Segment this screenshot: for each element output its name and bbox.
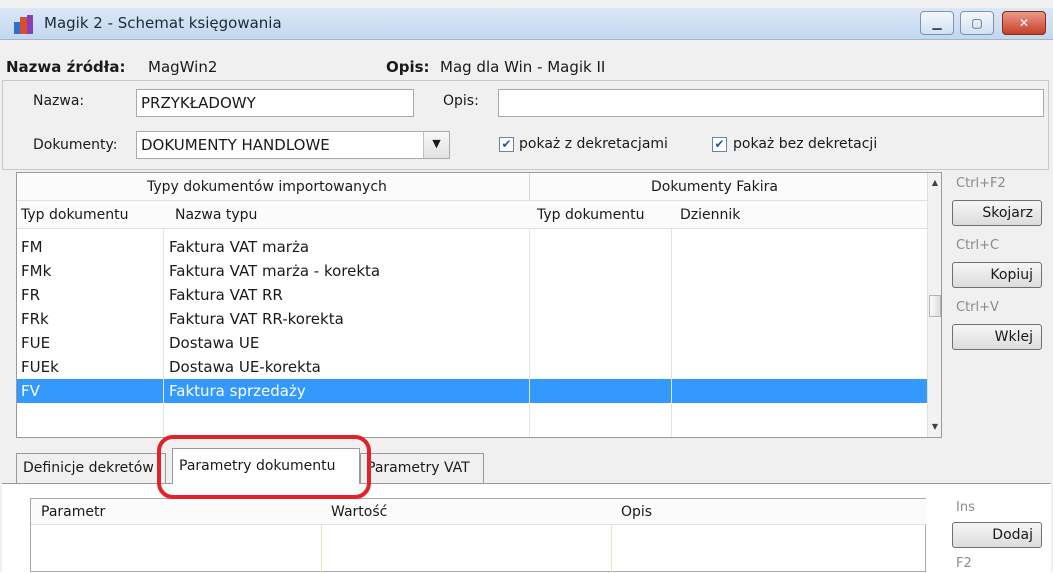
grid-divider	[529, 229, 530, 437]
row-type: FRk	[21, 310, 49, 328]
source-name-label: Nazwa źródła:	[6, 58, 126, 76]
edit-shortcut: F2	[956, 556, 972, 571]
table-row[interactable]: FR Faktura VAT RR	[17, 283, 929, 307]
row-type: FMk	[21, 262, 52, 280]
grid-divider	[671, 229, 672, 437]
table-row[interactable]: FRk Faktura VAT RR-korekta	[17, 307, 929, 331]
kopiuj-shortcut: Ctrl+C	[956, 238, 1000, 253]
row-name: Faktura sprzedaży	[169, 382, 306, 400]
dodaj-shortcut: Ins	[956, 500, 975, 515]
row-type: FUE	[21, 334, 51, 352]
row-name: Dostawa UE-korekta	[169, 358, 321, 376]
grid-divider	[163, 229, 164, 437]
table-row[interactable]: FUEk Dostawa UE-korekta	[17, 355, 929, 379]
row-name: Faktura VAT marża - korekta	[169, 262, 381, 280]
dokumenty-select[interactable]: DOKUMENTY HANDLOWE ▼	[136, 131, 450, 159]
skojarz-button[interactable]: Skojarz	[952, 200, 1042, 226]
show-with-decrees-checkbox[interactable]: ✔	[499, 137, 514, 152]
magik-app-icon	[14, 15, 34, 34]
dokumenty-label: Dokumenty:	[33, 137, 118, 153]
row-name: Faktura VAT RR	[169, 286, 283, 304]
show-without-decrees-label: pokaż bez dekretacji	[733, 136, 878, 152]
filter-panel: Nazwa: PRZYKŁADOWY Opis: Dokumenty: DOKU…	[2, 80, 1049, 170]
table-row[interactable]: FMk Faktura VAT marża - korekta	[17, 259, 929, 283]
show-without-decrees-checkbox[interactable]: ✔	[712, 137, 727, 152]
row-name: Dostawa UE	[169, 334, 260, 352]
col-nazwa-typu[interactable]: Nazwa typu	[175, 201, 257, 229]
maximize-button[interactable]: ▢	[960, 11, 994, 35]
opis-label: Opis:	[443, 93, 479, 109]
table-row[interactable]: FM Faktura VAT marża	[17, 235, 929, 259]
wklej-button[interactable]: Wklej	[952, 324, 1042, 350]
nazwa-label: Nazwa:	[33, 93, 85, 109]
nazwa-input[interactable]: PRZYKŁADOWY	[136, 89, 414, 117]
dokumenty-select-value: DOKUMENTY HANDLOWE	[141, 136, 330, 154]
group-header-fakir: Dokumenty Fakira	[651, 179, 778, 195]
params-divider	[321, 525, 322, 573]
col-fakir-typ-dokumentu[interactable]: Typ dokumentu	[537, 201, 644, 229]
tab-strip: Definicje dekretów Parametry dokumentu P…	[0, 448, 1053, 484]
col-dziennik[interactable]: Dziennik	[680, 201, 740, 229]
grid-group-header: Typy dokumentów importowanych Dokumenty …	[17, 173, 941, 201]
params-divider	[611, 525, 612, 573]
group-header-imported: Typy dokumentów importowanych	[147, 179, 387, 195]
col-opis[interactable]: Opis	[621, 499, 652, 525]
source-desc-value: Mag dla Win - Magik II	[440, 58, 606, 76]
tab-parametry-vat[interactable]: Parametry VAT	[360, 453, 484, 483]
params-grid-header: Parametr Wartość Opis	[31, 499, 927, 525]
grid-column-header: Typ dokumentu Nazwa typu Typ dokumentu D…	[17, 201, 941, 229]
show-with-decrees-label: pokaż z dekretacjami	[519, 136, 668, 152]
row-type: FUEk	[21, 358, 59, 376]
table-row[interactable]: FUE Dostawa UE	[17, 331, 929, 355]
source-desc-label: Opis:	[386, 58, 430, 76]
source-info: Nazwa źródła: MagWin2 Opis: Mag dla Win …	[0, 58, 1053, 78]
scroll-down-icon[interactable]: ▼	[928, 419, 941, 435]
minimize-button[interactable]: ▁	[920, 11, 954, 35]
col-typ-dokumentu[interactable]: Typ dokumentu	[21, 201, 128, 229]
params-grid: Parametr Wartość Opis	[30, 498, 927, 573]
col-parametr[interactable]: Parametr	[41, 499, 105, 525]
tab-parametry-dokumentu[interactable]: Parametry dokumentu	[172, 448, 360, 484]
document-types-grid: Typy dokumentów importowanych Dokumenty …	[16, 172, 942, 438]
kopiuj-button[interactable]: Kopiuj	[952, 262, 1042, 288]
title-bar: Magik 2 - Schemat księgowania ▁ ▢ ✕	[0, 8, 1053, 40]
row-type: FR	[21, 286, 41, 304]
opis-input[interactable]	[498, 89, 1044, 117]
table-row-selected[interactable]: FV Faktura sprzedaży	[17, 379, 929, 403]
dodaj-button[interactable]: Dodaj	[952, 522, 1042, 548]
col-wartosc[interactable]: Wartość	[331, 499, 387, 525]
skojarz-shortcut: Ctrl+F2	[956, 176, 1006, 191]
source-name-value: MagWin2	[148, 58, 218, 76]
scrollbar-thumb[interactable]	[929, 295, 941, 317]
chevron-down-icon[interactable]: ▼	[423, 132, 449, 158]
window-title: Magik 2 - Schemat księgowania	[44, 14, 282, 32]
tab-definicje-dekretow[interactable]: Definicje dekretów	[16, 453, 166, 483]
row-type: FM	[21, 238, 43, 256]
wklej-shortcut: Ctrl+V	[956, 300, 999, 315]
close-button[interactable]: ✕	[1002, 11, 1046, 35]
scroll-up-icon[interactable]: ▲	[928, 175, 941, 191]
schemat-ksiegowania-window: Magik 2 - Schemat księgowania ▁ ▢ ✕ Nazw…	[0, 0, 1053, 573]
row-name: Faktura VAT marża	[169, 238, 310, 256]
row-type: FV	[21, 382, 40, 400]
row-name: Faktura VAT RR-korekta	[169, 310, 344, 328]
grid-scrollbar[interactable]: ▲ ▼	[927, 173, 941, 437]
